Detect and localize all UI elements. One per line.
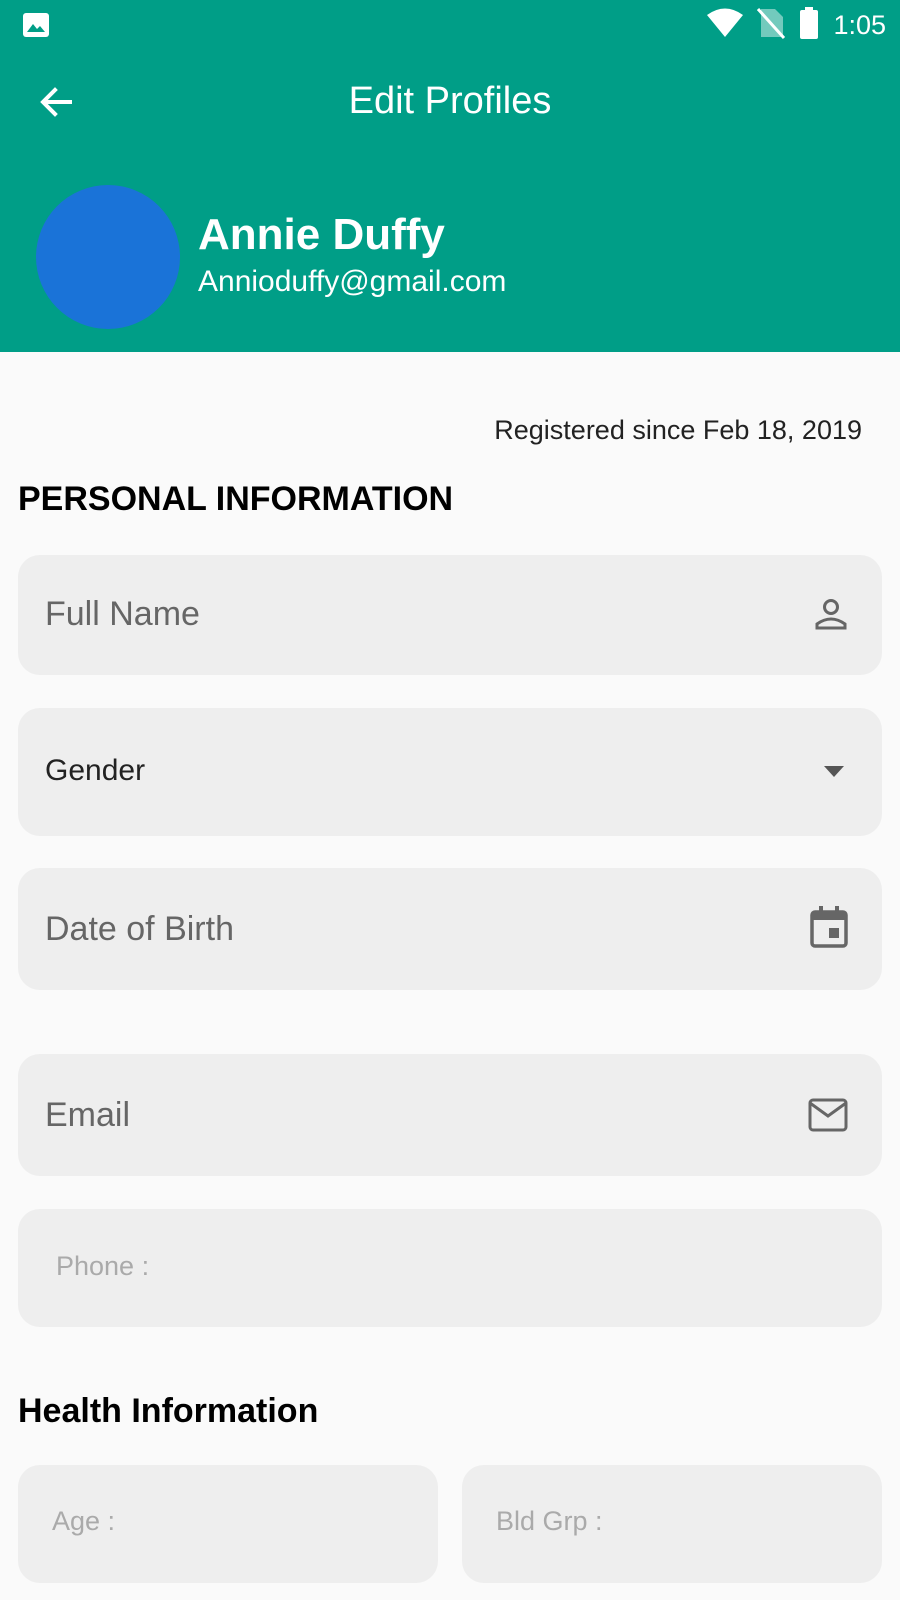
dob-placeholder: Date of Birth [45, 910, 234, 948]
page-title: Edit Profiles [348, 80, 552, 122]
health-info-heading: Health Information [18, 1392, 319, 1430]
personal-info-heading: PERSONAL INFORMATION [18, 480, 454, 518]
user-email: Annioduffy@gmail.com [198, 265, 507, 298]
full-name-placeholder: Full Name [45, 595, 200, 633]
age-field[interactable]: Age : [18, 1465, 438, 1583]
dropdown-arrow-icon [824, 766, 844, 778]
status-bar: 1:05 [0, 0, 900, 50]
avatar[interactable] [36, 185, 180, 329]
person-icon [814, 597, 848, 631]
full-name-field[interactable]: Full Name [18, 555, 882, 675]
phone-field[interactable]: Phone : [18, 1209, 882, 1327]
profile-header: Edit Profiles Annie Duffy Annioduffy@gma… [0, 50, 900, 352]
phone-placeholder: Phone : [56, 1251, 150, 1281]
email-field[interactable]: Email [18, 1054, 882, 1176]
battery-icon [799, 6, 819, 44]
mail-icon [808, 1098, 848, 1132]
blood-group-placeholder: Bld Grp : [496, 1506, 603, 1536]
email-placeholder: Email [45, 1096, 131, 1134]
age-placeholder: Age : [52, 1506, 116, 1536]
gender-label: Gender [45, 754, 146, 787]
wifi-icon [707, 8, 744, 43]
gender-select[interactable]: Gender [18, 708, 882, 836]
image-icon [22, 12, 50, 43]
no-sim-icon [757, 7, 786, 44]
status-time: 1:05 [833, 9, 886, 40]
date-of-birth-field[interactable]: Date of Birth [18, 868, 882, 990]
user-name: Annie Duffy [198, 210, 445, 259]
calendar-icon[interactable] [810, 906, 848, 948]
registered-since: Registered since Feb 18, 2019 [494, 415, 862, 445]
blood-group-field[interactable]: Bld Grp : [462, 1465, 882, 1583]
edit-profile-screen: 1:05 Edit Profiles Annie Duffy Annioduff… [0, 0, 900, 1600]
